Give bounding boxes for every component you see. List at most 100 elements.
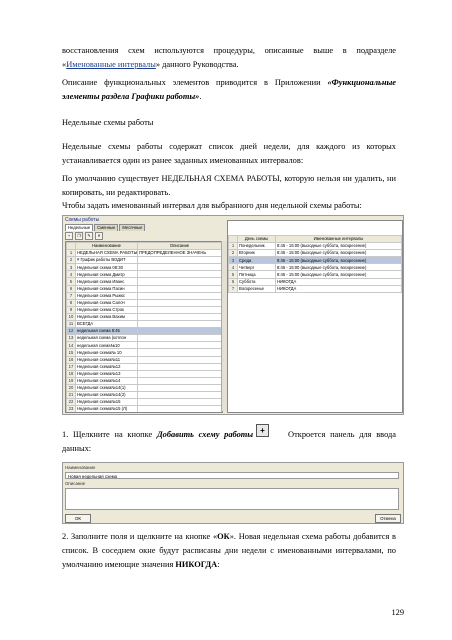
schemes-window-screenshot: Схемы работы Недельные Сменные Месячные … bbox=[62, 215, 404, 415]
table-cell: Недельная схема Строк bbox=[75, 305, 138, 314]
tab-weekly[interactable]: Недельные bbox=[65, 224, 94, 231]
row-number: 2 bbox=[228, 249, 238, 258]
scheme-row[interactable]: 21 Недельная схема№14(2) bbox=[66, 390, 222, 400]
table-cell: Недельная схема Пасин bbox=[75, 284, 138, 293]
column-header-intervals: Именованные интервалы bbox=[275, 234, 402, 244]
scheme-row[interactable]: 12 недельная схема 8:45 bbox=[66, 327, 222, 336]
table-cell bbox=[137, 369, 222, 378]
table-cell: Недельная схема№ 10 bbox=[75, 348, 138, 357]
paragraph-default-scheme: По умолчанию существует НЕДЕЛЬНАЯ СХЕМА … bbox=[62, 174, 396, 197]
table-cell bbox=[137, 383, 222, 392]
row-number: 1 bbox=[228, 242, 238, 251]
table-cell bbox=[137, 348, 222, 357]
row-number: 15 bbox=[66, 348, 76, 357]
scheme-row[interactable]: 2 # График работы ВОДИТ bbox=[66, 256, 222, 265]
paragraph-step1: 1. Щелкните на кнопке Добавить схему раб… bbox=[62, 428, 396, 456]
column-header-name[interactable]: Наименование bbox=[75, 242, 138, 251]
table-cell: Недельная схема Салоч bbox=[75, 298, 138, 307]
row-number: 4 bbox=[228, 263, 238, 272]
row-number: 5 bbox=[66, 277, 76, 286]
table-cell bbox=[137, 334, 222, 343]
scheme-row[interactable]: 5 Недельная схема Иванс bbox=[66, 277, 222, 286]
scheme-row[interactable]: 7 Недельная схема Рыжкс bbox=[66, 291, 222, 300]
delete-icon[interactable]: ✕ bbox=[95, 232, 103, 240]
table-cell bbox=[137, 405, 222, 412]
scheme-row[interactable]: 13 недельная схема (котлон bbox=[66, 334, 222, 343]
named-intervals-link[interactable]: Именованные интервалы bbox=[66, 60, 156, 69]
day-row[interactable]: 4 Четверг 8:45 - 15:00 (выходные суббота, … bbox=[228, 263, 402, 272]
table-cell: ВСЕГДА bbox=[75, 320, 138, 329]
scheme-row[interactable]: 17 Недельная схема№12 bbox=[66, 362, 222, 371]
table-cell: 8:45 - 15:00 (выходные суббота, воскресе… bbox=[275, 249, 402, 258]
scheme-row[interactable]: 14 недельная схема№10 bbox=[66, 341, 222, 350]
scheme-row[interactable]: 18 Недельная схема№13 bbox=[66, 369, 222, 378]
table-cell: Недельная схема№13 bbox=[75, 369, 138, 378]
table-cell: 8:45 - 15:00 (выходные суббота, воскресе… bbox=[275, 263, 402, 272]
row-number: 17 bbox=[66, 362, 76, 371]
never-reference: НИКОГДА bbox=[175, 560, 218, 569]
days-table: День схемы Именованные интервалы 1 Понеде… bbox=[228, 234, 402, 293]
schemes-table: Наименование Описание 1 НЕДЕЛЬНАЯ СХЕМА Р… bbox=[66, 242, 222, 412]
table-cell: Недельная схема№11 bbox=[75, 355, 138, 364]
table-cell: Среда bbox=[237, 256, 276, 265]
copy-icon[interactable]: ❐ bbox=[75, 232, 83, 240]
table-cell bbox=[137, 362, 222, 371]
scheme-row[interactable]: 22 Недельная схема№15 bbox=[66, 398, 222, 407]
scheme-row[interactable]: 16 Недельная схема№11 bbox=[66, 355, 222, 364]
scheme-row[interactable]: 11 ВСЕГДА bbox=[66, 320, 222, 329]
row-number: 10 bbox=[66, 312, 76, 322]
table-cell: Недельная схема№15 (Л) bbox=[75, 405, 138, 412]
table-cell: Недельная схема 08:30 bbox=[75, 263, 138, 272]
column-header-description[interactable]: Описание bbox=[137, 242, 222, 251]
day-row[interactable]: 3 Среда 8:45 - 15:00 (выходные суббота, во… bbox=[228, 256, 402, 265]
toolbar: + ❐ ✎ ✕ bbox=[65, 232, 103, 240]
add-icon[interactable]: + bbox=[65, 232, 73, 240]
table-cell bbox=[137, 341, 222, 350]
scheme-row[interactable]: 15 Недельная схема№ 10 bbox=[66, 348, 222, 357]
row-number: 8 bbox=[66, 298, 76, 307]
day-row[interactable]: 5 Пятница 8:45 - 15:00 (выходные суббота, … bbox=[228, 270, 402, 279]
scheme-row[interactable]: 1 НЕДЕЛЬНАЯ СХЕМА РАБОТЫ ПРЕДОПРЕДЕЛЕННОЕ … bbox=[66, 249, 222, 258]
section-heading: Недельные схемы работы bbox=[62, 118, 154, 127]
table-cell: 8:45 - 15:00 (выходные суббота, воскресе… bbox=[275, 256, 402, 265]
table-cell: Понедельник bbox=[237, 242, 276, 251]
paragraph-weekly-description: Недельные схемы работы содержат список д… bbox=[62, 142, 396, 165]
scheme-tabs: Недельные Сменные Месячные bbox=[65, 224, 146, 231]
scheme-row[interactable]: 19 Недельная схема№14 bbox=[66, 376, 222, 385]
appendix-text-end: . bbox=[199, 92, 202, 101]
table-cell: недельная схема№10 bbox=[75, 341, 138, 350]
scheme-row[interactable]: 20 Недельная схема№14(1) bbox=[66, 383, 222, 392]
ok-button[interactable]: ОК bbox=[65, 514, 91, 523]
table-cell: 8:45 - 15:00 (выходные суббота, воскресе… bbox=[275, 270, 402, 279]
table-cell: НИКОГДА bbox=[275, 277, 402, 286]
scheme-row[interactable]: 4 Недельная схема Дмитр bbox=[66, 270, 222, 279]
table-cell: недельная схема (котлон bbox=[75, 334, 138, 343]
edit-icon[interactable]: ✎ bbox=[85, 232, 93, 240]
scheme-row[interactable]: 6 Недельная схема Пасин bbox=[66, 284, 222, 293]
table-cell: 8:45 - 15:00 (выходные суббота, воскресе… bbox=[275, 242, 402, 251]
name-field[interactable]: Новая недельная схема bbox=[65, 472, 399, 479]
scheme-row[interactable]: 23 Недельная схема№15 (Л) bbox=[66, 405, 222, 412]
scheme-row[interactable]: 10 Недельная схема Вахим bbox=[66, 312, 222, 322]
day-row[interactable]: 2 Вторник 8:45 - 15:00 (выходные суббота, … bbox=[228, 249, 402, 258]
table-cell: Недельная схема Рыжкс bbox=[75, 291, 138, 300]
row-number: 19 bbox=[66, 376, 76, 385]
table-cell bbox=[137, 320, 222, 329]
tab-monthly[interactable]: Месячные bbox=[119, 224, 146, 231]
column-header-number bbox=[66, 242, 76, 251]
cancel-button[interactable]: Отмена bbox=[375, 514, 401, 523]
row-number: 7 bbox=[228, 284, 238, 293]
scheme-row[interactable]: 3 Недельная схема 08:30 bbox=[66, 263, 222, 272]
table-cell bbox=[137, 298, 222, 307]
day-row[interactable]: 6 Суббота НИКОГДА bbox=[228, 277, 402, 286]
scheme-row[interactable]: 9 Недельная схема Строк bbox=[66, 305, 222, 314]
tab-shift[interactable]: Сменные bbox=[94, 224, 119, 231]
day-row[interactable]: 1 Понедельник 8:45 - 15:00 (выходные суббо… bbox=[228, 242, 402, 251]
table-cell bbox=[137, 305, 222, 314]
new-scheme-panel-screenshot: Наименование Новая недельная схема Описа… bbox=[62, 462, 404, 524]
scheme-row[interactable]: 8 Недельная схема Салоч bbox=[66, 298, 222, 307]
page-number: 129 bbox=[391, 608, 404, 617]
day-row[interactable]: 7 Воскресенье НИКОГДА bbox=[228, 284, 402, 293]
row-number: 7 bbox=[66, 291, 76, 300]
description-field[interactable] bbox=[65, 488, 399, 510]
